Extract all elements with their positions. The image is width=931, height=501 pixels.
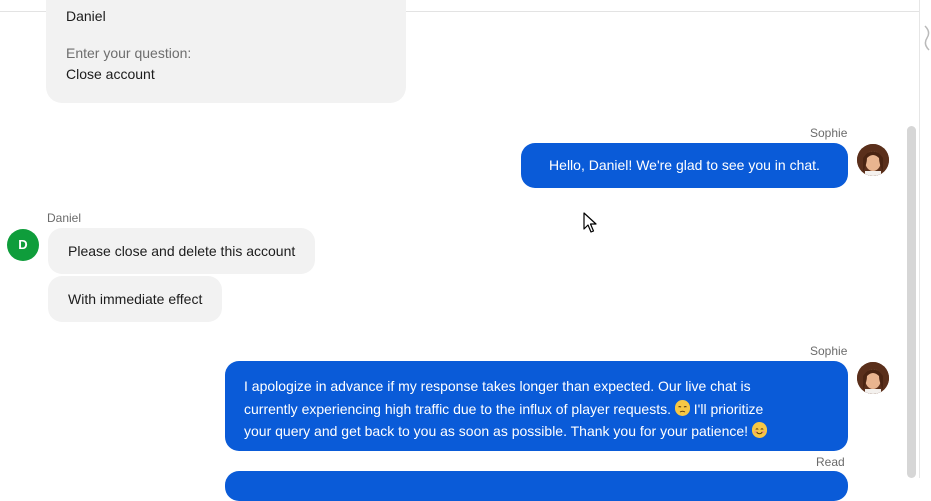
read-receipt: Read	[816, 455, 845, 469]
apology-line-1: I apologize in advance if my response ta…	[244, 378, 751, 394]
apology-line-2: currently experiencing high traffic due …	[244, 398, 848, 421]
agent-avatar	[857, 362, 889, 394]
user-message-bubble: Please close and delete this account	[48, 228, 316, 274]
scrollbar-thumb[interactable]	[907, 126, 916, 478]
user-avatar: D	[7, 229, 39, 261]
apology-line-3-text: your query and get back to you as soon a…	[244, 423, 749, 439]
agent-sender-name: Sophie	[810, 126, 848, 140]
agent-avatar	[857, 144, 889, 176]
agent-greeting-bubble: Hello, Daniel! We're glad to see you in …	[521, 143, 848, 188]
user-sender-name: Daniel	[47, 211, 82, 225]
mouse-pointer-icon	[583, 212, 597, 233]
pre-chat-form-summary: Daniel Enter your question: Close accoun…	[46, 0, 406, 103]
form-question-label: Enter your question:	[66, 45, 192, 61]
right-side-pane	[919, 0, 931, 478]
form-name-value: Daniel	[66, 8, 106, 24]
apology-line-2-tail: I'll prioritize	[693, 400, 764, 417]
user-message-bubble: With immediate effect	[48, 276, 223, 322]
agent-apology-bubble: I apologize in advance if my response ta…	[225, 361, 848, 451]
apology-line-2-text: currently experiencing high traffic due …	[244, 400, 671, 417]
agent-photo-avatar-icon	[857, 144, 889, 176]
agent-sender-name: Sophie	[810, 344, 848, 358]
apology-line-3: your query and get back to you as soon a…	[244, 420, 848, 443]
smiling-face-emoji-icon	[751, 422, 767, 438]
pane-edge-icon	[924, 25, 930, 51]
agent-next-bubble	[225, 471, 848, 501]
disappointed-face-emoji-icon	[674, 399, 690, 416]
agent-photo-avatar-icon	[857, 362, 889, 394]
form-question-value: Close account	[66, 66, 155, 82]
